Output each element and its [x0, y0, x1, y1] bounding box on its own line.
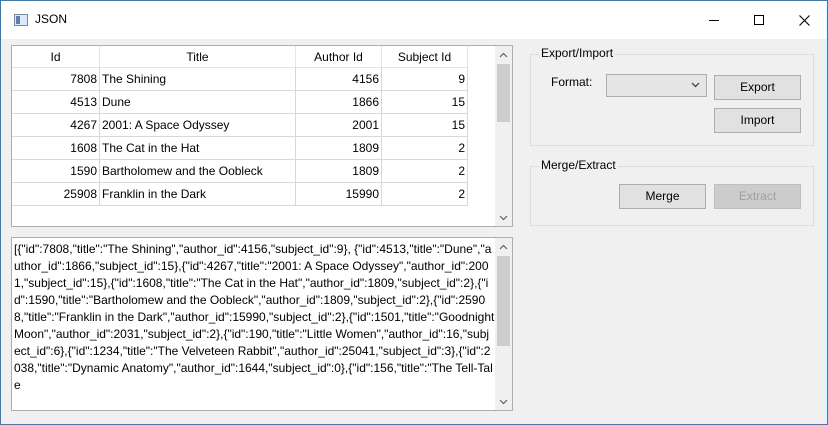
cell-author-id[interactable]: 2001 [296, 114, 382, 137]
cell-author-id[interactable]: 4156 [296, 68, 382, 91]
cell-id[interactable]: 4267 [12, 114, 100, 137]
scroll-thumb[interactable] [497, 256, 510, 346]
json-scrollbar[interactable] [495, 238, 512, 410]
cell-subject-id[interactable]: 2 [382, 183, 468, 206]
cell-title[interactable]: Franklin in the Dark [100, 183, 296, 206]
header-id[interactable]: Id [12, 46, 100, 68]
extract-button[interactable]: Extract [714, 184, 801, 209]
scroll-down-button[interactable] [495, 393, 512, 410]
chevron-down-icon [499, 215, 508, 220]
table-row[interactable]: 7808 The Shining 4156 9 [12, 68, 468, 91]
cell-subject-id[interactable]: 2 [382, 160, 468, 183]
app-icon [14, 14, 28, 26]
chevron-up-icon [499, 52, 508, 57]
chevron-down-icon [691, 82, 700, 88]
main-window: JSON Id Title Author Id Subject Id 7808 … [0, 0, 828, 425]
export-import-title: Export/Import [539, 46, 616, 60]
header-title[interactable]: Title [100, 46, 296, 68]
maximize-button[interactable] [736, 1, 782, 39]
format-select[interactable] [606, 74, 707, 97]
books-table[interactable]: Id Title Author Id Subject Id 7808 The S… [11, 45, 513, 227]
cell-title[interactable]: 2001: A Space Odyssey [100, 114, 296, 137]
header-subject-id[interactable]: Subject Id [382, 46, 468, 68]
table-row[interactable]: 1608 The Cat in the Hat 1809 2 [12, 137, 468, 160]
cell-subject-id[interactable]: 9 [382, 68, 468, 91]
cell-author-id[interactable]: 1809 [296, 137, 382, 160]
cell-id[interactable]: 25908 [12, 183, 100, 206]
scroll-up-button[interactable] [495, 238, 512, 255]
scroll-down-button[interactable] [495, 209, 512, 226]
cell-title[interactable]: The Cat in the Hat [100, 137, 296, 160]
table-scrollbar[interactable] [495, 46, 512, 226]
minimize-button[interactable] [691, 1, 737, 39]
cell-subject-id[interactable]: 15 [382, 114, 468, 137]
chevron-down-icon [499, 399, 508, 404]
cell-id[interactable]: 1590 [12, 160, 100, 183]
cell-title[interactable]: Dune [100, 91, 296, 114]
cell-id[interactable]: 1608 [12, 137, 100, 160]
cell-subject-id[interactable]: 15 [382, 91, 468, 114]
table-row[interactable]: 4513 Dune 1866 15 [12, 91, 468, 114]
json-text: [{"id":7808,"title":"The Shining","autho… [14, 242, 495, 392]
minimize-icon [709, 19, 719, 21]
table-row[interactable]: 4267 2001: A Space Odyssey 2001 15 [12, 114, 468, 137]
close-icon [798, 14, 810, 26]
close-button[interactable] [781, 1, 827, 39]
title-bar[interactable]: JSON [1, 1, 827, 39]
cell-id[interactable]: 7808 [12, 68, 100, 91]
cell-title[interactable]: Bartholomew and the Oobleck [100, 160, 296, 183]
merge-extract-title: Merge/Extract [539, 158, 618, 172]
cell-title[interactable]: The Shining [100, 68, 296, 91]
export-button[interactable]: Export [714, 75, 801, 100]
cell-author-id[interactable]: 1866 [296, 91, 382, 114]
import-button[interactable]: Import [714, 108, 801, 133]
maximize-icon [754, 15, 764, 25]
chevron-up-icon [499, 244, 508, 249]
window-title: JSON [35, 12, 68, 26]
table-body: 7808 The Shining 4156 9 4513 Dune 1866 1… [12, 68, 468, 206]
scroll-thumb[interactable] [497, 64, 510, 122]
format-label: Format: [551, 75, 593, 89]
table-header: Id Title Author Id Subject Id [12, 46, 468, 68]
cell-author-id[interactable]: 15990 [296, 183, 382, 206]
header-author-id[interactable]: Author Id [296, 46, 382, 68]
json-textarea[interactable]: [{"id":7808,"title":"The Shining","autho… [11, 237, 513, 411]
table-row[interactable]: 1590 Bartholomew and the Oobleck 1809 2 [12, 160, 468, 183]
cell-id[interactable]: 4513 [12, 91, 100, 114]
cell-subject-id[interactable]: 2 [382, 137, 468, 160]
merge-button[interactable]: Merge [619, 184, 706, 209]
table-row[interactable]: 25908 Franklin in the Dark 15990 2 [12, 183, 468, 206]
scroll-up-button[interactable] [495, 46, 512, 63]
cell-author-id[interactable]: 1809 [296, 160, 382, 183]
